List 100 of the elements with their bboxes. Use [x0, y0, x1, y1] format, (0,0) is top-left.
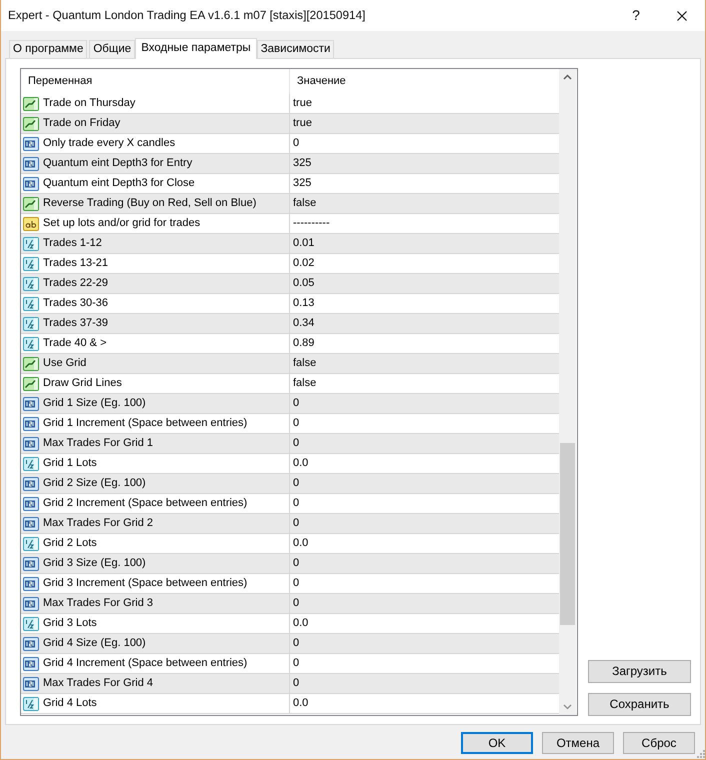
help-button[interactable]: ?	[613, 0, 659, 31]
number-icon	[23, 676, 39, 690]
parameter-value: 0.01	[293, 236, 314, 250]
parameter-name: Draw Grid Lines	[43, 376, 122, 390]
parameter-row[interactable]: Max Trades For Grid 1 0	[21, 434, 559, 454]
parameter-name: Max Trades For Grid 4	[43, 676, 154, 690]
column-header[interactable]: Значение	[290, 69, 559, 94]
parameter-value: 0	[293, 516, 300, 530]
parameter-name: Grid 3 Lots	[43, 616, 97, 630]
fraction-icon	[23, 256, 39, 270]
dialog-button[interactable]: Отмена	[542, 732, 614, 754]
side-button[interactable]: Сохранить	[588, 693, 691, 716]
parameter-value: 0	[293, 416, 300, 430]
tab[interactable]: Зависимости	[256, 40, 334, 58]
graph-icon	[23, 196, 39, 210]
parameter-name: Grid 2 Lots	[43, 536, 97, 550]
number-icon	[23, 416, 39, 430]
parameter-value: 0.0	[293, 696, 308, 710]
parameter-value: false	[293, 356, 316, 370]
parameter-row[interactable]: Grid 2 Size (Eg. 100) 0	[21, 474, 559, 494]
parameter-name: Trades 30-36	[43, 296, 108, 310]
scrollbar-thumb[interactable]	[560, 443, 575, 625]
parameter-value: 0	[293, 496, 300, 510]
parameter-value: 0.34	[293, 316, 314, 330]
parameter-value: 0.0	[293, 456, 308, 470]
fraction-icon	[23, 696, 39, 710]
parameter-value: 0.0	[293, 536, 308, 550]
parameter-value: 0.02	[293, 256, 314, 270]
graph-icon	[23, 376, 39, 390]
parameter-value: 0	[293, 656, 300, 670]
parameter-value: 0	[293, 136, 300, 150]
parameter-name: Grid 3 Size (Eg. 100)	[43, 556, 146, 570]
parameter-row[interactable]: Grid 3 Size (Eg. 100) 0	[21, 554, 559, 574]
parameter-name: Grid 3 Increment (Space between entries)	[43, 576, 248, 590]
tab[interactable]: Входные параметры	[135, 38, 257, 59]
parameter-row[interactable]: Trades 37-39 0.34	[21, 314, 559, 334]
parameter-name: Grid 4 Size (Eg. 100)	[43, 636, 146, 650]
parameter-value: 0	[293, 676, 300, 690]
number-icon	[23, 496, 39, 510]
number-icon	[23, 136, 39, 150]
fraction-icon	[23, 616, 39, 630]
parameter-name: Set up lots and/or grid for trades	[43, 216, 200, 230]
column-header[interactable]: Переменная	[21, 69, 290, 94]
parameter-name: Grid 4 Lots	[43, 696, 97, 710]
parameter-value: 0	[293, 476, 300, 490]
fraction-icon	[23, 236, 39, 250]
parameter-name: Trades 22-29	[43, 276, 108, 290]
number-icon	[23, 656, 39, 670]
parameter-name: Reverse Trading (Buy on Red, Sell on Blue)	[43, 196, 256, 210]
scrollbar[interactable]	[559, 69, 576, 715]
parameter-row[interactable]: Reverse Trading (Buy on Red, Sell on Blue) false	[21, 194, 559, 214]
parameter-value: 325	[293, 156, 312, 170]
parameter-value: 0	[293, 576, 300, 590]
parameter-row[interactable]: Max Trades For Grid 4 0	[21, 674, 559, 694]
graph-icon	[23, 356, 39, 370]
dialog-button[interactable]: Сброс	[623, 732, 695, 754]
parameter-name: Quantum eint Depth3 for Close	[43, 176, 195, 190]
parameter-name: Grid 2 Size (Eg. 100)	[43, 476, 146, 490]
parameter-value: true	[293, 96, 312, 110]
parameter-name: Max Trades For Grid 2	[43, 516, 154, 530]
graph-icon	[23, 116, 39, 130]
parameter-value: 325	[293, 176, 312, 190]
side-button[interactable]: Загрузить	[588, 660, 691, 683]
number-icon	[23, 576, 39, 590]
parameter-name: Max Trades For Grid 3	[43, 596, 154, 610]
tab[interactable]: О программе	[9, 40, 88, 58]
tab[interactable]: Общие	[89, 40, 136, 58]
parameter-row[interactable]: Trade on Friday true	[21, 114, 559, 134]
parameter-name: Trade on Thursday	[43, 96, 136, 110]
parameter-row[interactable]: Max Trades For Grid 2 0	[21, 514, 559, 534]
parameter-value: 0	[293, 396, 300, 410]
fraction-icon	[23, 456, 39, 470]
parameter-name: Max Trades For Grid 1	[43, 436, 154, 450]
resize-grip-icon[interactable]	[697, 750, 705, 758]
parameter-row[interactable]: Grid 4 Lots 0.0	[21, 694, 559, 714]
parameter-value: false	[293, 376, 316, 390]
parameter-value: false	[293, 196, 316, 210]
number-icon	[23, 156, 39, 170]
parameter-row[interactable]: Quantum eint Depth3 for Entry 325	[21, 154, 559, 174]
parameter-row[interactable]: Grid 1 Size (Eg. 100) 0	[21, 394, 559, 414]
number-icon	[23, 596, 39, 610]
parameter-name: Grid 1 Lots	[43, 456, 97, 470]
parameter-row[interactable]: Grid 4 Size (Eg. 100) 0	[21, 634, 559, 654]
window-title: Expert - Quantum London Trading EA v1.6.1 m07 [staxis][20150914]	[8, 8, 366, 23]
parameter-name: Grid 2 Increment (Space between entries)	[43, 496, 248, 510]
close-icon	[677, 10, 687, 20]
parameter-row[interactable]: Max Trades For Grid 3 0	[21, 594, 559, 614]
number-icon	[23, 556, 39, 570]
parameter-value: 0.05	[293, 276, 314, 290]
dialog-button[interactable]: OK	[461, 732, 533, 754]
parameter-row[interactable]: Use Grid false	[21, 354, 559, 374]
parameter-name: Grid 1 Increment (Space between entries)	[43, 416, 248, 430]
number-icon	[23, 176, 39, 190]
fraction-icon	[23, 276, 39, 290]
fraction-icon	[23, 536, 39, 550]
number-icon	[23, 396, 39, 410]
parameter-row[interactable]: Trades 1-12 0.01	[21, 234, 559, 254]
parameter-value: 0	[293, 556, 300, 570]
parameter-row[interactable]: Trades 22-29 0.05	[21, 274, 559, 294]
parameter-value: ----------	[293, 216, 330, 230]
